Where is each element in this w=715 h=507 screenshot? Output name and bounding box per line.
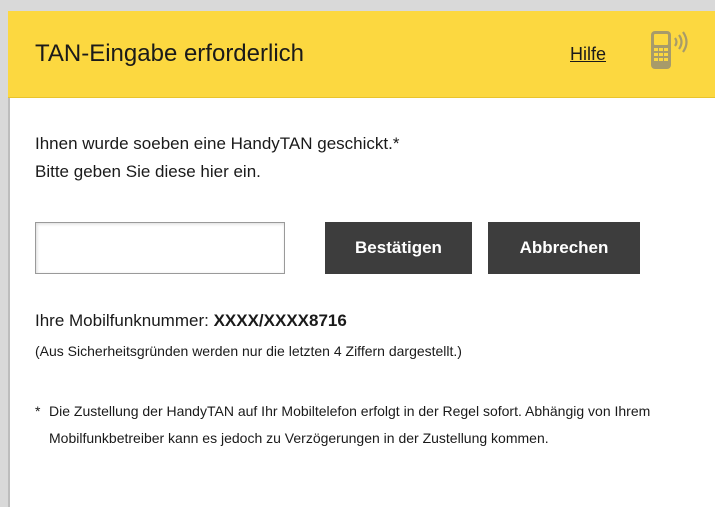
mobile-number-label: Ihre Mobilfunknummer: [35,311,214,330]
footnote-marker: * [35,403,41,419]
tan-input[interactable] [35,222,285,274]
confirm-button[interactable]: Bestätigen [325,222,472,274]
left-border [0,11,8,507]
mobile-phone-signal-icon [651,31,688,69]
intro-line-2: Bitte geben Sie diese hier ein. [35,162,261,181]
left-divider-line [8,98,10,507]
mobile-number-info: Ihre Mobilfunknummer: XXXX/XXXX8716 [35,311,347,331]
tan-dialog: TAN-Eingabe erforderlich Hilfe Ihnen wur… [0,0,715,507]
footnote: * Die Zustellung der HandyTAN auf Ihr Mo… [35,398,675,452]
dialog-header: TAN-Eingabe erforderlich Hilfe [8,11,715,98]
dialog-title: TAN-Eingabe erforderlich [35,40,305,67]
mobile-number-value: XXXX/XXXX8716 [213,311,347,330]
security-note: (Aus Sicherheitsgründen werden nur die l… [35,343,462,359]
footnote-text: Die Zustellung der HandyTAN auf Ihr Mobi… [49,403,651,446]
cancel-button[interactable]: Abbrechen [488,222,640,274]
intro-line-1: Ihnen wurde soeben eine HandyTAN geschic… [35,134,400,153]
top-border [0,0,715,11]
help-link[interactable]: Hilfe [570,44,606,65]
intro-text: Ihnen wurde soeben eine HandyTAN geschic… [35,130,675,186]
